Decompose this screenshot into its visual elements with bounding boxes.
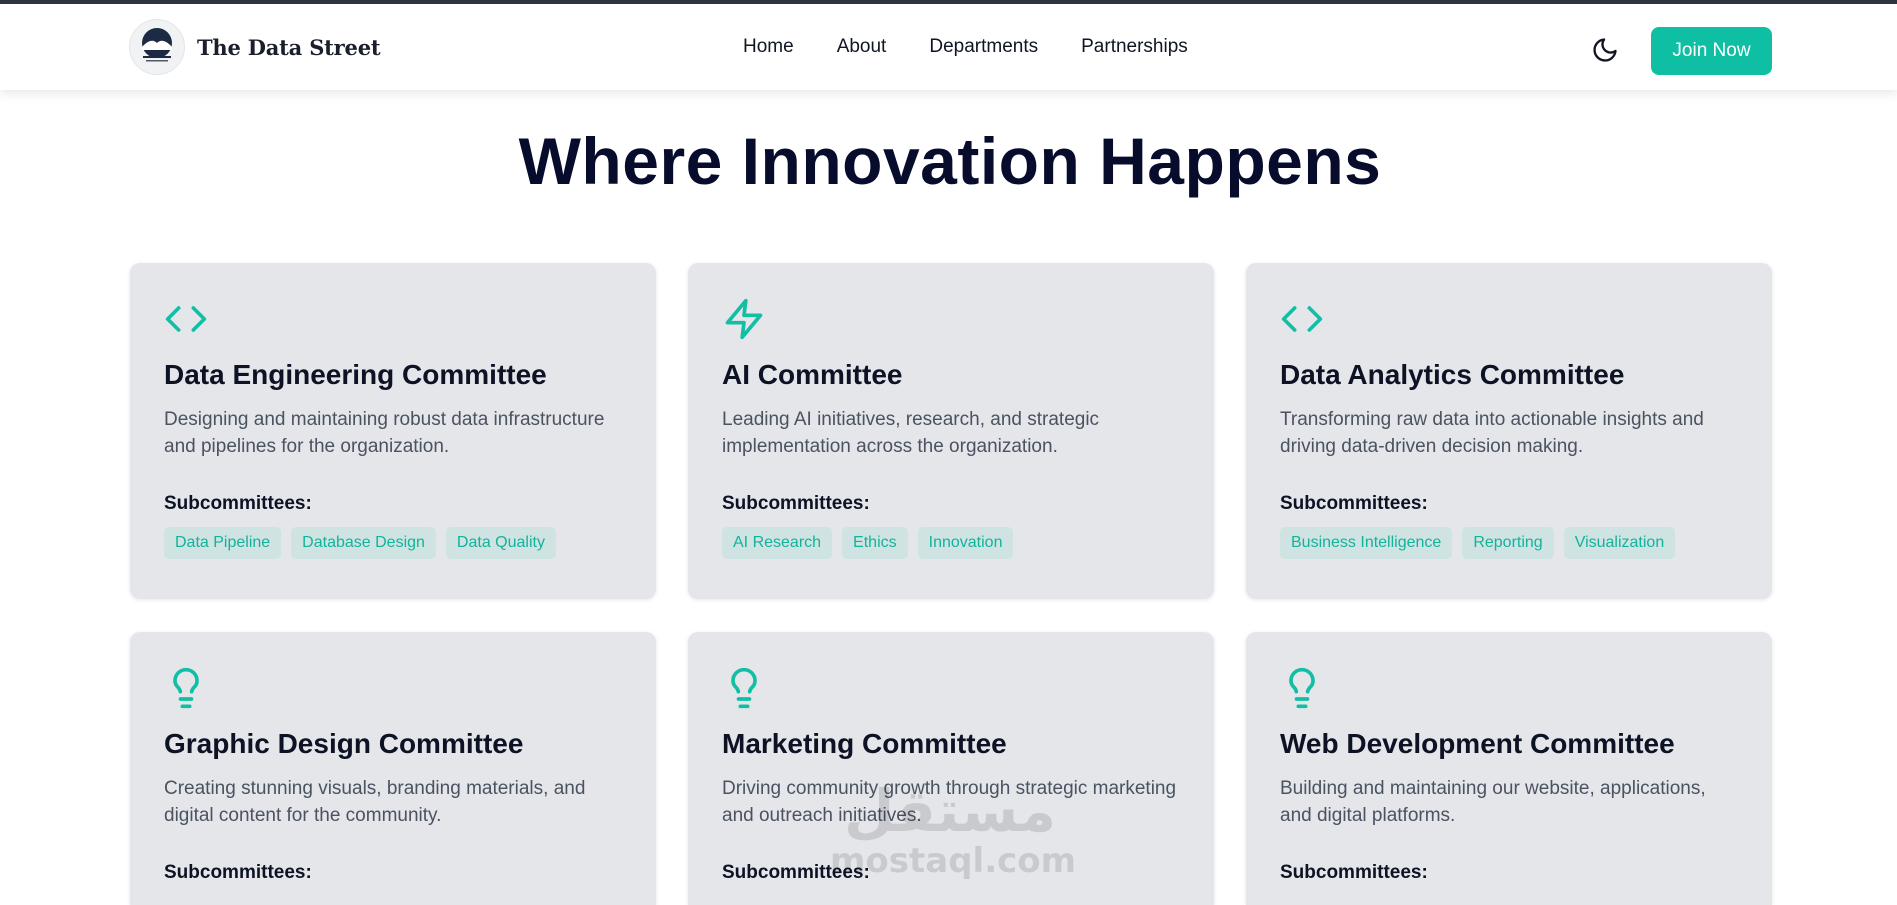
tag-business-intelligence[interactable]: Business Intelligence [1280, 527, 1453, 559]
lightbulb-icon [173, 667, 199, 709]
committee-title: Data Engineering Committee [164, 359, 547, 390]
main-nav: Home About Departments Partnerships [743, 36, 1231, 58]
tag-visualization[interactable]: Visualization [1563, 527, 1676, 559]
lightbulb-icon [731, 667, 757, 709]
code-icon [1281, 306, 1323, 332]
committee-title: Marketing Committee [722, 728, 1007, 759]
brand-logo [129, 19, 185, 75]
subcommittees-label: Subcommittees: [722, 862, 870, 883]
committee-card-data-engineering[interactable]: Data Engineering Committee Designing and… [130, 263, 656, 599]
committee-description: Creating stunning visuals, branding mate… [164, 778, 586, 826]
tag-ethics[interactable]: Ethics [842, 527, 908, 559]
tag-data-quality[interactable]: Data Quality [445, 527, 556, 559]
committee-description: Transforming raw data into actionable in… [1280, 409, 1704, 457]
committee-title: Data Analytics Committee [1280, 359, 1625, 390]
nav-departments[interactable]: Departments [929, 36, 1038, 58]
subcommittees-label: Subcommittees: [1280, 862, 1428, 883]
committee-description: Designing and maintaining robust data in… [164, 409, 605, 457]
committee-title: Graphic Design Committee [164, 728, 524, 759]
page-title: Where Innovation Happens [518, 124, 1382, 198]
moon-icon[interactable] [1591, 36, 1619, 64]
committee-description: Building and maintaining our website, ap… [1280, 778, 1706, 826]
committee-title: Web Development Committee [1280, 728, 1675, 759]
subcommittee-tags: Data Pipeline Database Design Data Quali… [164, 527, 622, 559]
subcommittees-label: Subcommittees: [164, 493, 312, 514]
committee-card-data-analytics[interactable]: Data Analytics Committee Transforming ra… [1246, 263, 1772, 599]
committee-card-web-development[interactable]: Web Development Committee Building and m… [1246, 632, 1772, 905]
subcommittee-tags: Business Intelligence Reporting Visualiz… [1280, 527, 1738, 559]
committee-card-ai[interactable]: AI Committee Leading AI initiatives, res… [688, 263, 1214, 599]
code-icon [165, 306, 207, 332]
lightbulb-icon [1289, 667, 1315, 709]
subcommittees-label: Subcommittees: [164, 862, 312, 883]
subcommittees-label: Subcommittees: [722, 493, 870, 514]
lightning-icon [725, 298, 763, 340]
subcommittees-label: Subcommittees: [1280, 493, 1428, 514]
tag-database-design[interactable]: Database Design [291, 527, 436, 559]
committee-description: Leading AI initiatives, research, and st… [722, 409, 1100, 457]
brand[interactable]: The Data Street [129, 19, 381, 75]
nav-home[interactable]: Home [743, 36, 794, 58]
committee-card-graphic-design[interactable]: Graphic Design Committee Creating stunni… [130, 632, 656, 905]
tag-ai-research[interactable]: AI Research [722, 527, 833, 559]
committee-card-marketing[interactable]: Marketing Committee Driving community gr… [688, 632, 1214, 905]
tag-reporting[interactable]: Reporting [1462, 527, 1554, 559]
tag-innovation[interactable]: Innovation [917, 527, 1014, 559]
committee-description: Driving community growth through strateg… [722, 778, 1177, 826]
nav-partnerships[interactable]: Partnerships [1081, 36, 1188, 58]
tag-data-pipeline[interactable]: Data Pipeline [164, 527, 282, 559]
site-header: The Data Street Home About Departments P… [0, 4, 1897, 90]
brand-name: The Data Street [197, 34, 381, 60]
subcommittee-tags: AI Research Ethics Innovation [722, 527, 1180, 559]
nav-about[interactable]: About [837, 36, 887, 58]
join-now-button[interactable]: Join Now [1651, 27, 1772, 75]
committee-title: AI Committee [722, 359, 903, 390]
